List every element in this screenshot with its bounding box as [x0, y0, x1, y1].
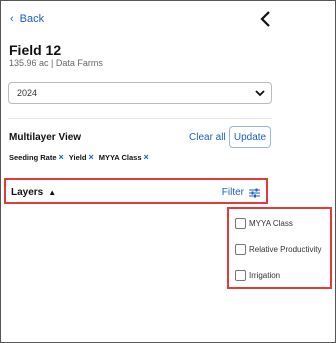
sliders-icon [249, 188, 260, 197]
filter-option-label: Irrigation [249, 271, 281, 280]
layer-tag-label: Yield [68, 152, 87, 162]
multilayer-view-title: Multilayer View [9, 132, 82, 143]
filter-button[interactable]: Filter [222, 187, 260, 198]
chevron-down-icon [255, 90, 265, 97]
checkbox[interactable] [235, 270, 246, 281]
layer-tag: Yield × [69, 152, 94, 162]
layers-label: Layers [11, 187, 44, 198]
layer-tag-label: MYYA Class [98, 152, 142, 162]
year-select[interactable]: 2024 [8, 82, 272, 104]
year-select-value: 2024 [17, 88, 38, 98]
layer-tag: MYYA Class × [99, 152, 149, 162]
checkbox[interactable] [235, 218, 246, 229]
chevron-left-icon [260, 11, 270, 27]
layer-tag-label: Seeding Rate [9, 152, 57, 162]
filter-option-label: MYYA Class [249, 219, 293, 228]
collapse-panel-button[interactable] [258, 9, 274, 29]
layer-tag: Seeding Rate × [9, 152, 64, 162]
back-label: Back [19, 13, 45, 25]
update-button[interactable]: Update [229, 126, 271, 148]
section-divider [8, 118, 272, 119]
filter-options-panel: MYYA Class Relative Productivity Irrigat… [227, 207, 332, 289]
clear-all-link[interactable]: Clear all [189, 132, 226, 143]
remove-tag-icon[interactable]: × [59, 152, 64, 162]
layers-header: Layers ▲ Filter [4, 178, 268, 204]
back-link[interactable]: ‹ Back [10, 13, 44, 25]
filter-label: Filter [221, 187, 244, 198]
field-title: Field 12 [9, 42, 62, 58]
filter-option-myya-class[interactable]: MYYA Class [235, 218, 293, 229]
remove-tag-icon[interactable]: × [144, 152, 149, 162]
sort-up-icon: ▲ [48, 188, 57, 197]
chevron-left-icon: ‹ [10, 13, 14, 25]
remove-tag-icon[interactable]: × [88, 152, 93, 162]
field-subtitle: 135.96 ac | Data Farms [9, 58, 103, 68]
checkbox[interactable] [235, 244, 246, 255]
filter-option-label: Relative Productivity [249, 245, 322, 254]
filter-option-irrigation[interactable]: Irrigation [235, 270, 280, 281]
selected-layer-tags: Seeding Rate × Yield × MYYA Class × [9, 152, 154, 162]
filter-option-relative-productivity[interactable]: Relative Productivity [235, 244, 321, 255]
layers-sort-toggle[interactable]: Layers ▲ [11, 187, 56, 198]
